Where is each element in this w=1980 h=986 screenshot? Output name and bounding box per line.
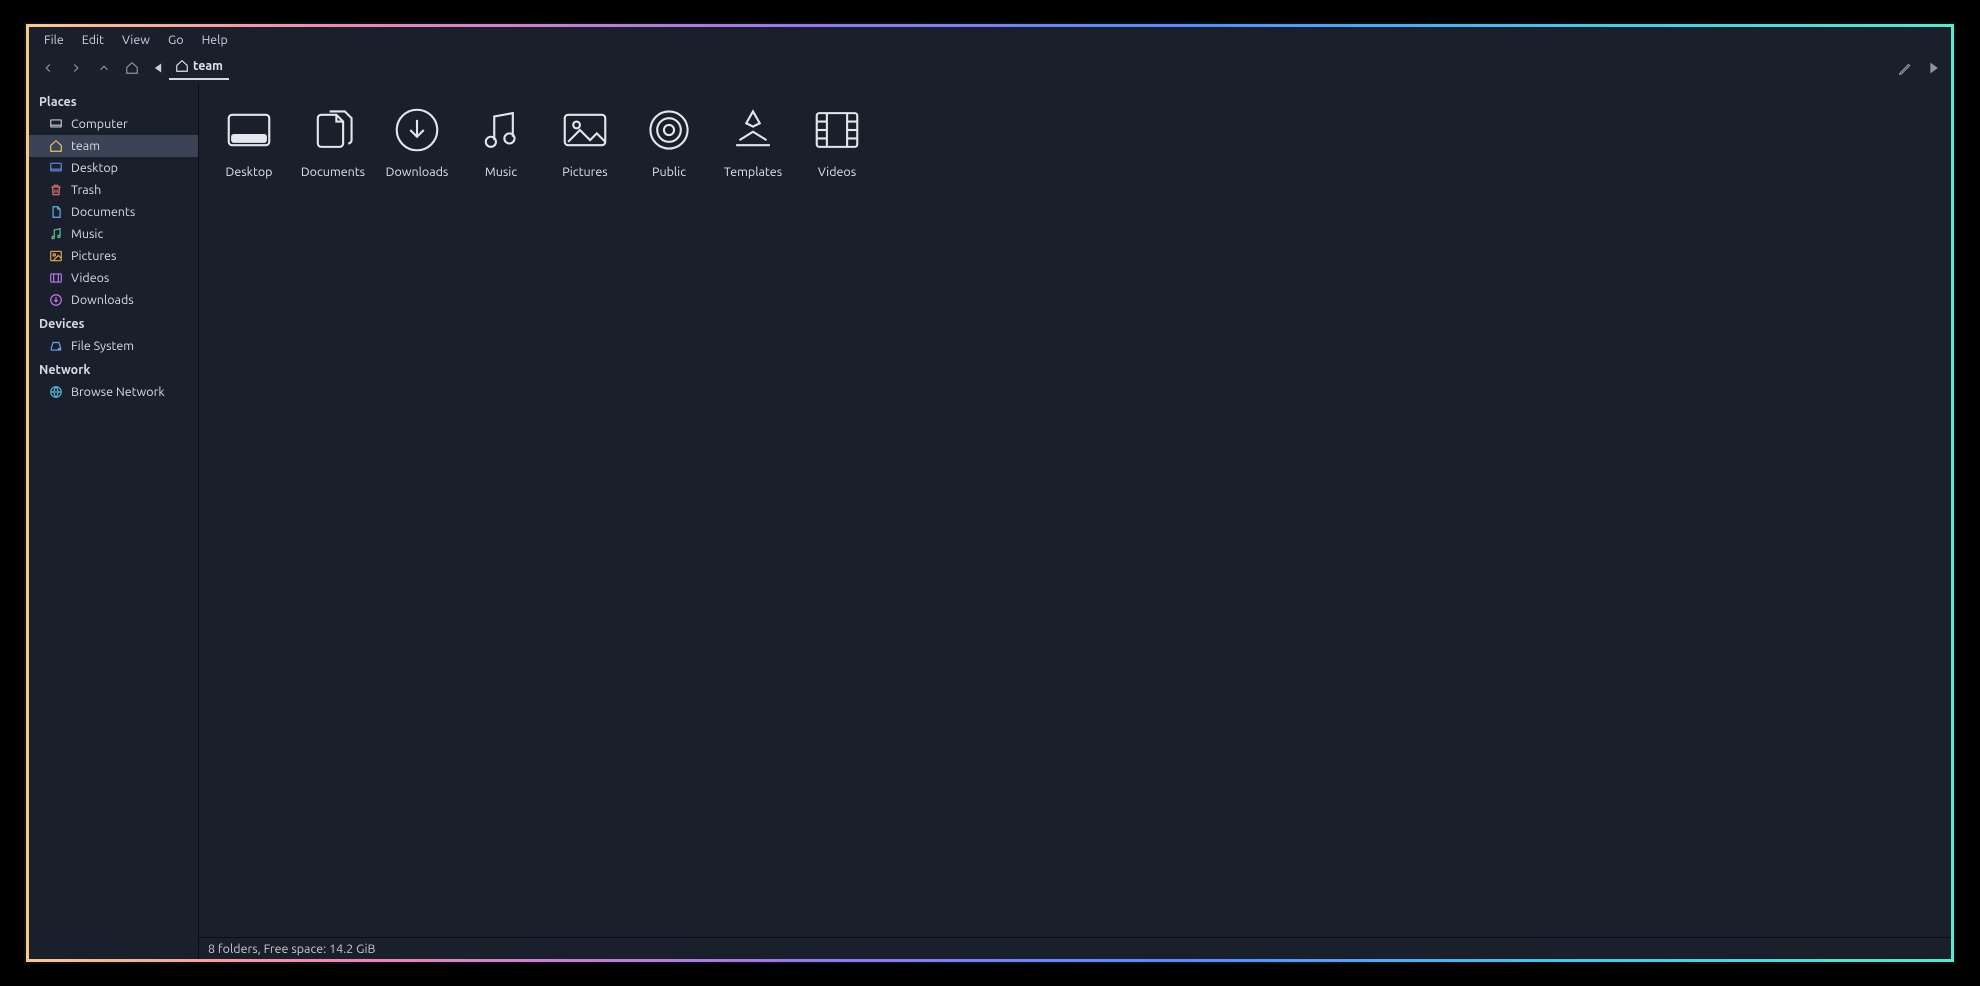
menu-bar: FileEditViewGoHelp	[29, 27, 1951, 53]
music-icon	[49, 227, 63, 241]
back-button[interactable]	[34, 55, 62, 81]
folder-label: Videos	[818, 165, 856, 179]
folder-templates[interactable]: Templates	[711, 97, 795, 185]
folder-label: Downloads	[386, 165, 449, 179]
documents-icon	[49, 205, 63, 219]
folder-music[interactable]: Music	[459, 97, 543, 185]
content-area: Desktop Documents Downloads Music Pictures Pu…	[199, 83, 1951, 959]
sidebar-item-file-system[interactable]: File System	[29, 335, 198, 357]
breadcrumb-label: team	[193, 59, 223, 73]
sidebar-item-trash[interactable]: Trash	[29, 179, 198, 201]
menu-go[interactable]: Go	[159, 30, 193, 50]
sidebar-item-downloads[interactable]: Downloads	[29, 289, 198, 311]
videos-folder-icon	[810, 103, 864, 157]
up-button[interactable]	[90, 55, 118, 81]
computer-icon	[49, 117, 63, 131]
sidebar-item-pictures[interactable]: Pictures	[29, 245, 198, 267]
home-button[interactable]	[118, 55, 146, 81]
pictures-icon	[49, 249, 63, 263]
folder-label: Documents	[301, 165, 365, 179]
folder-documents[interactable]: Documents	[291, 97, 375, 185]
videos-icon	[49, 271, 63, 285]
sidebar-item-documents[interactable]: Documents	[29, 201, 198, 223]
folder-downloads[interactable]: Downloads	[375, 97, 459, 185]
downloads-icon	[49, 293, 63, 307]
menu-help[interactable]: Help	[193, 30, 237, 50]
sidebar-header-places: Places	[29, 89, 198, 113]
sidebar-item-music[interactable]: Music	[29, 223, 198, 245]
sidebar-item-team[interactable]: team	[29, 135, 198, 157]
breadcrumb-segment-team[interactable]: team	[169, 56, 229, 80]
menu-file[interactable]: File	[35, 30, 73, 50]
templates-folder-icon	[726, 103, 780, 157]
sidebar-header-devices: Devices	[29, 311, 198, 335]
breadcrumb: team	[154, 56, 229, 80]
edit-path-button[interactable]	[1891, 55, 1919, 81]
folder-pictures[interactable]: Pictures	[543, 97, 627, 185]
documents-folder-icon	[306, 103, 360, 157]
sidebar-item-label: Downloads	[71, 293, 134, 307]
sidebar-item-label: Pictures	[71, 249, 116, 263]
sidebar-item-label: Documents	[71, 205, 135, 219]
folder-label: Desktop	[226, 165, 273, 179]
folder-label: Pictures	[562, 165, 607, 179]
breadcrumb-right-icon[interactable]	[1919, 55, 1947, 81]
pictures-folder-icon	[558, 103, 612, 157]
folder-label: Music	[485, 165, 517, 179]
sidebar-header-network: Network	[29, 357, 198, 381]
sidebar-item-label: Computer	[71, 117, 128, 131]
downloads-folder-icon	[390, 103, 444, 157]
sidebar-item-label: team	[71, 139, 100, 153]
disk-icon	[49, 339, 63, 353]
sidebar-item-label: Videos	[71, 271, 109, 285]
breadcrumb-left-icon[interactable]	[154, 62, 163, 74]
sidebar-item-label: Music	[71, 227, 103, 241]
folder-label: Templates	[724, 165, 782, 179]
public-folder-icon	[642, 103, 696, 157]
folder-grid[interactable]: Desktop Documents Downloads Music Pictures Pu…	[199, 83, 1951, 937]
trash-icon	[49, 183, 63, 197]
sidebar-item-browse-network[interactable]: Browse Network	[29, 381, 198, 403]
sidebar-item-label: Trash	[71, 183, 101, 197]
folder-videos[interactable]: Videos	[795, 97, 879, 185]
folder-desktop[interactable]: Desktop	[207, 97, 291, 185]
music-folder-icon	[474, 103, 528, 157]
forward-button[interactable]	[62, 55, 90, 81]
network-icon	[49, 385, 63, 399]
sidebar-item-videos[interactable]: Videos	[29, 267, 198, 289]
menu-view[interactable]: View	[113, 30, 159, 50]
sidebar-item-label: Browse Network	[71, 385, 165, 399]
desktop-icon	[49, 161, 63, 175]
sidebar: Places Computer team Desktop Trash Documents M…	[29, 83, 199, 959]
status-bar: 8 folders, Free space: 14.2 GiB	[199, 937, 1951, 959]
sidebar-item-computer[interactable]: Computer	[29, 113, 198, 135]
menu-edit[interactable]: Edit	[73, 30, 113, 50]
folder-public[interactable]: Public	[627, 97, 711, 185]
toolbar: team	[29, 53, 1951, 83]
sidebar-item-label: File System	[71, 339, 134, 353]
home-icon	[49, 139, 63, 153]
sidebar-item-desktop[interactable]: Desktop	[29, 157, 198, 179]
desktop-folder-icon	[222, 103, 276, 157]
folder-label: Public	[652, 165, 686, 179]
status-text: 8 folders, Free space: 14.2 GiB	[208, 942, 375, 956]
sidebar-item-label: Desktop	[71, 161, 118, 175]
